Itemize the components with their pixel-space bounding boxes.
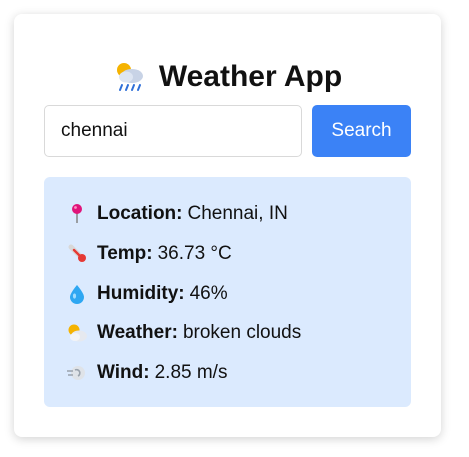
wind-icon [66, 362, 88, 384]
search-input[interactable] [44, 105, 302, 157]
result-row-wind: Wind: 2.85 m/s [66, 359, 227, 387]
page-title: Weather App [158, 60, 343, 93]
weather-result-panel: Location: Chennai, IN Temp: 36.73 °C Hum… [44, 177, 411, 407]
droplet-icon [66, 283, 88, 305]
weather-card: Weather App Search Location: Chennai, IN [14, 14, 441, 437]
thermometer-icon [66, 243, 88, 265]
humidity-value: 46% [189, 283, 228, 304]
result-row-temp: Temp: 36.73 °C [66, 240, 232, 268]
search-button[interactable]: Search [312, 105, 411, 157]
result-row-weather: Weather: broken clouds [66, 319, 301, 347]
weather-value: broken clouds [182, 322, 302, 343]
wind-value: 2.85 m/s [154, 362, 228, 383]
humidity-label: Humidity: [97, 283, 185, 304]
cloud-rain-sun-icon [113, 60, 147, 94]
app-header: Weather App [14, 60, 441, 94]
pin-icon [66, 203, 88, 225]
temp-value: 36.73 °C [157, 243, 232, 264]
location-value: Chennai, IN [187, 203, 288, 224]
result-row-humidity: Humidity: 46% [66, 280, 228, 308]
result-row-location: Location: Chennai, IN [66, 200, 288, 228]
weather-label: Weather: [97, 322, 178, 343]
wind-label: Wind: [97, 362, 150, 383]
location-label: Location: [97, 203, 183, 224]
sun-behind-cloud-icon [66, 322, 88, 344]
temp-label: Temp: [97, 243, 153, 264]
